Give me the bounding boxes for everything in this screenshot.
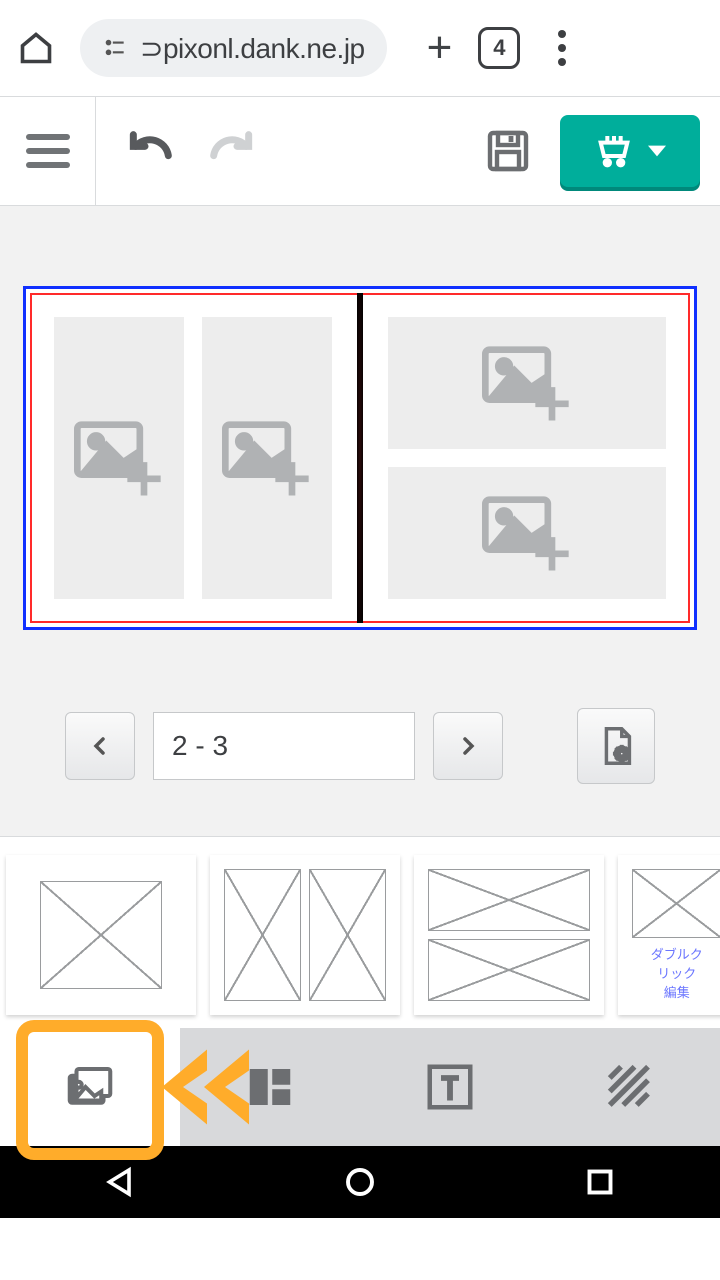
layout-thumbnails: ダブルク リック 編集 xyxy=(0,836,720,1028)
hatch-icon xyxy=(603,1060,657,1114)
android-nav-bar xyxy=(0,1146,720,1218)
page-indicator[interactable]: 2 - 3 xyxy=(153,712,415,780)
layout-placeholder xyxy=(224,869,301,1001)
layout-thumb[interactable]: ダブルク リック 編集 xyxy=(618,855,720,1015)
layout-thumb[interactable] xyxy=(414,855,604,1015)
layout-placeholder xyxy=(309,869,386,1001)
browser-bar: ⊃pixonl.dank.ne.jp + 4 xyxy=(0,0,720,96)
tab-text[interactable] xyxy=(360,1028,540,1146)
new-tab-button[interactable]: + xyxy=(427,23,453,73)
layout-placeholder xyxy=(428,939,590,1001)
undo-icon[interactable] xyxy=(124,123,180,179)
canvas-area: 2 - 3 xyxy=(0,206,720,836)
layout-placeholder xyxy=(428,869,590,931)
image-slot[interactable] xyxy=(202,317,332,599)
home-circle-icon[interactable] xyxy=(342,1164,378,1200)
bottom-tabs xyxy=(0,1028,720,1146)
chevron-down-icon xyxy=(648,142,666,160)
layout-thumb[interactable] xyxy=(6,855,196,1015)
url-text: ⊃pixonl.dank.ne.jp xyxy=(140,32,365,65)
url-bar[interactable]: ⊃pixonl.dank.ne.jp xyxy=(80,19,387,77)
next-page-button[interactable] xyxy=(433,712,503,780)
layout-placeholder xyxy=(40,881,162,989)
text-icon xyxy=(423,1060,477,1114)
add-image-icon xyxy=(217,408,317,508)
add-image-icon xyxy=(472,333,582,433)
page-navigator: 2 - 3 xyxy=(65,708,655,784)
back-icon[interactable] xyxy=(102,1164,138,1200)
image-slot[interactable] xyxy=(388,317,666,449)
layouts-icon xyxy=(243,1060,297,1114)
chevron-right-icon xyxy=(456,734,480,758)
tab-photos[interactable] xyxy=(0,1028,180,1146)
save-icon[interactable] xyxy=(484,127,532,175)
cart-icon xyxy=(594,131,634,171)
image-slot[interactable] xyxy=(54,317,184,599)
tab-layouts[interactable] xyxy=(180,1028,360,1146)
prev-page-button[interactable] xyxy=(65,712,135,780)
add-image-icon xyxy=(69,408,169,508)
spread-spine xyxy=(357,293,363,623)
image-slot[interactable] xyxy=(388,467,666,599)
overview-icon[interactable] xyxy=(582,1164,618,1200)
site-info-icon xyxy=(102,35,128,61)
page-spread[interactable] xyxy=(23,286,697,630)
layout-placeholder xyxy=(632,869,720,938)
tab-switcher[interactable]: 4 xyxy=(478,27,520,69)
page-settings-button[interactable] xyxy=(577,708,655,784)
photos-icon xyxy=(63,1060,117,1114)
redo-icon xyxy=(202,123,258,179)
cart-button[interactable] xyxy=(560,115,700,187)
menu-button[interactable] xyxy=(0,97,96,205)
tab-background[interactable] xyxy=(540,1028,720,1146)
add-image-icon xyxy=(472,483,582,583)
browser-menu-button[interactable] xyxy=(552,24,572,72)
chevron-left-icon xyxy=(88,734,112,758)
page-gear-icon xyxy=(593,723,639,769)
layout-thumb[interactable] xyxy=(210,855,400,1015)
home-icon[interactable] xyxy=(18,30,54,66)
page-left xyxy=(26,289,360,627)
page-right xyxy=(360,289,694,627)
app-toolbar xyxy=(0,96,720,206)
thumb-jp-text: ダブルク リック 編集 xyxy=(632,944,720,1001)
